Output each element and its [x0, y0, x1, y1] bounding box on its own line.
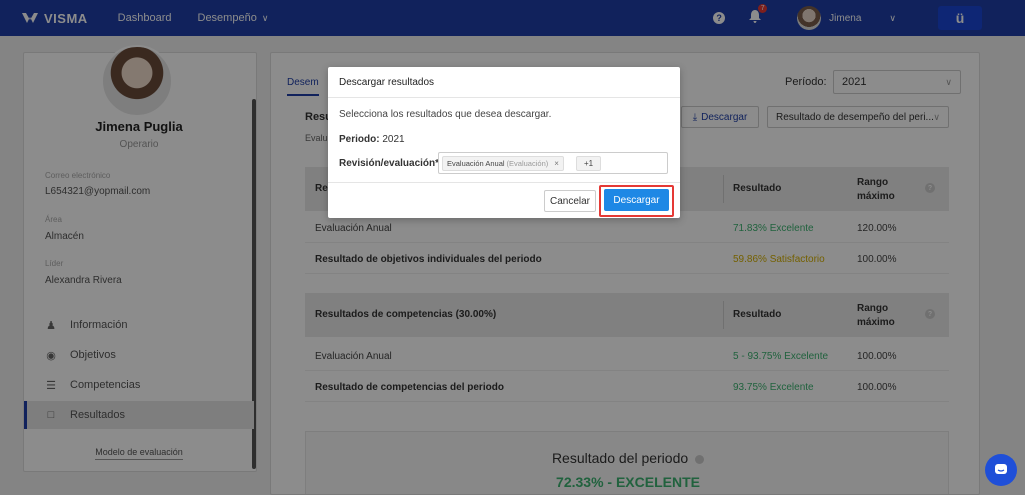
- modal-divider: [328, 182, 680, 183]
- modal-title: Descargar resultados: [328, 67, 680, 98]
- chat-button[interactable]: [985, 454, 1017, 486]
- modal-description: Selecciona los resultados que desea desc…: [339, 109, 552, 120]
- modal-periodo-value: 2021: [382, 134, 405, 145]
- selected-chip: Evaluación Anual (Evaluación) ×: [442, 156, 564, 171]
- confirm-download-button[interactable]: Descargar: [604, 189, 669, 211]
- modal-periodo-label: Periodo:: [339, 134, 380, 145]
- download-results-modal: Descargar resultados Selecciona los resu…: [328, 67, 680, 218]
- revision-label: Revisión/evaluación*: [339, 158, 440, 169]
- more-selected-chip[interactable]: +1: [576, 156, 602, 171]
- revision-multiselect[interactable]: Evaluación Anual (Evaluación) × +1: [438, 152, 668, 174]
- chat-icon: [995, 464, 1007, 474]
- chip-sublabel: (Evaluación): [506, 159, 549, 168]
- close-icon[interactable]: ×: [554, 159, 559, 168]
- chip-label: Evaluación Anual: [447, 159, 505, 168]
- modal-periodo: Periodo: 2021: [339, 134, 405, 145]
- cancel-button[interactable]: Cancelar: [544, 190, 596, 212]
